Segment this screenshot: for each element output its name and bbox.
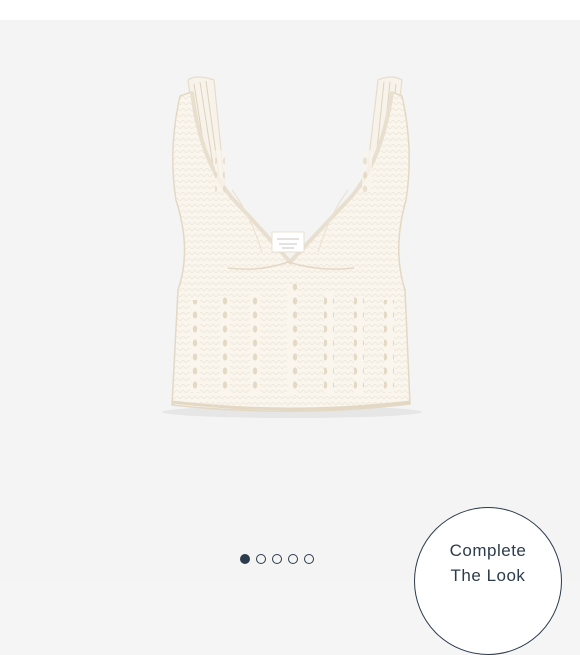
carousel-dot-2[interactable] <box>256 554 266 564</box>
complete-the-look-button[interactable]: Complete The Look <box>414 507 562 655</box>
complete-look-line1: Complete <box>449 541 527 560</box>
carousel-dots <box>240 551 314 567</box>
carousel-dot-4[interactable] <box>288 554 298 564</box>
carousel-dot-1[interactable] <box>240 554 250 564</box>
tank-top-image <box>162 76 422 418</box>
product-image-area[interactable] <box>0 20 580 580</box>
carousel-dot-3[interactable] <box>272 554 282 564</box>
carousel-dot-5[interactable] <box>304 554 314 564</box>
top-bar <box>0 0 580 20</box>
complete-look-line2: The Look <box>450 566 526 585</box>
